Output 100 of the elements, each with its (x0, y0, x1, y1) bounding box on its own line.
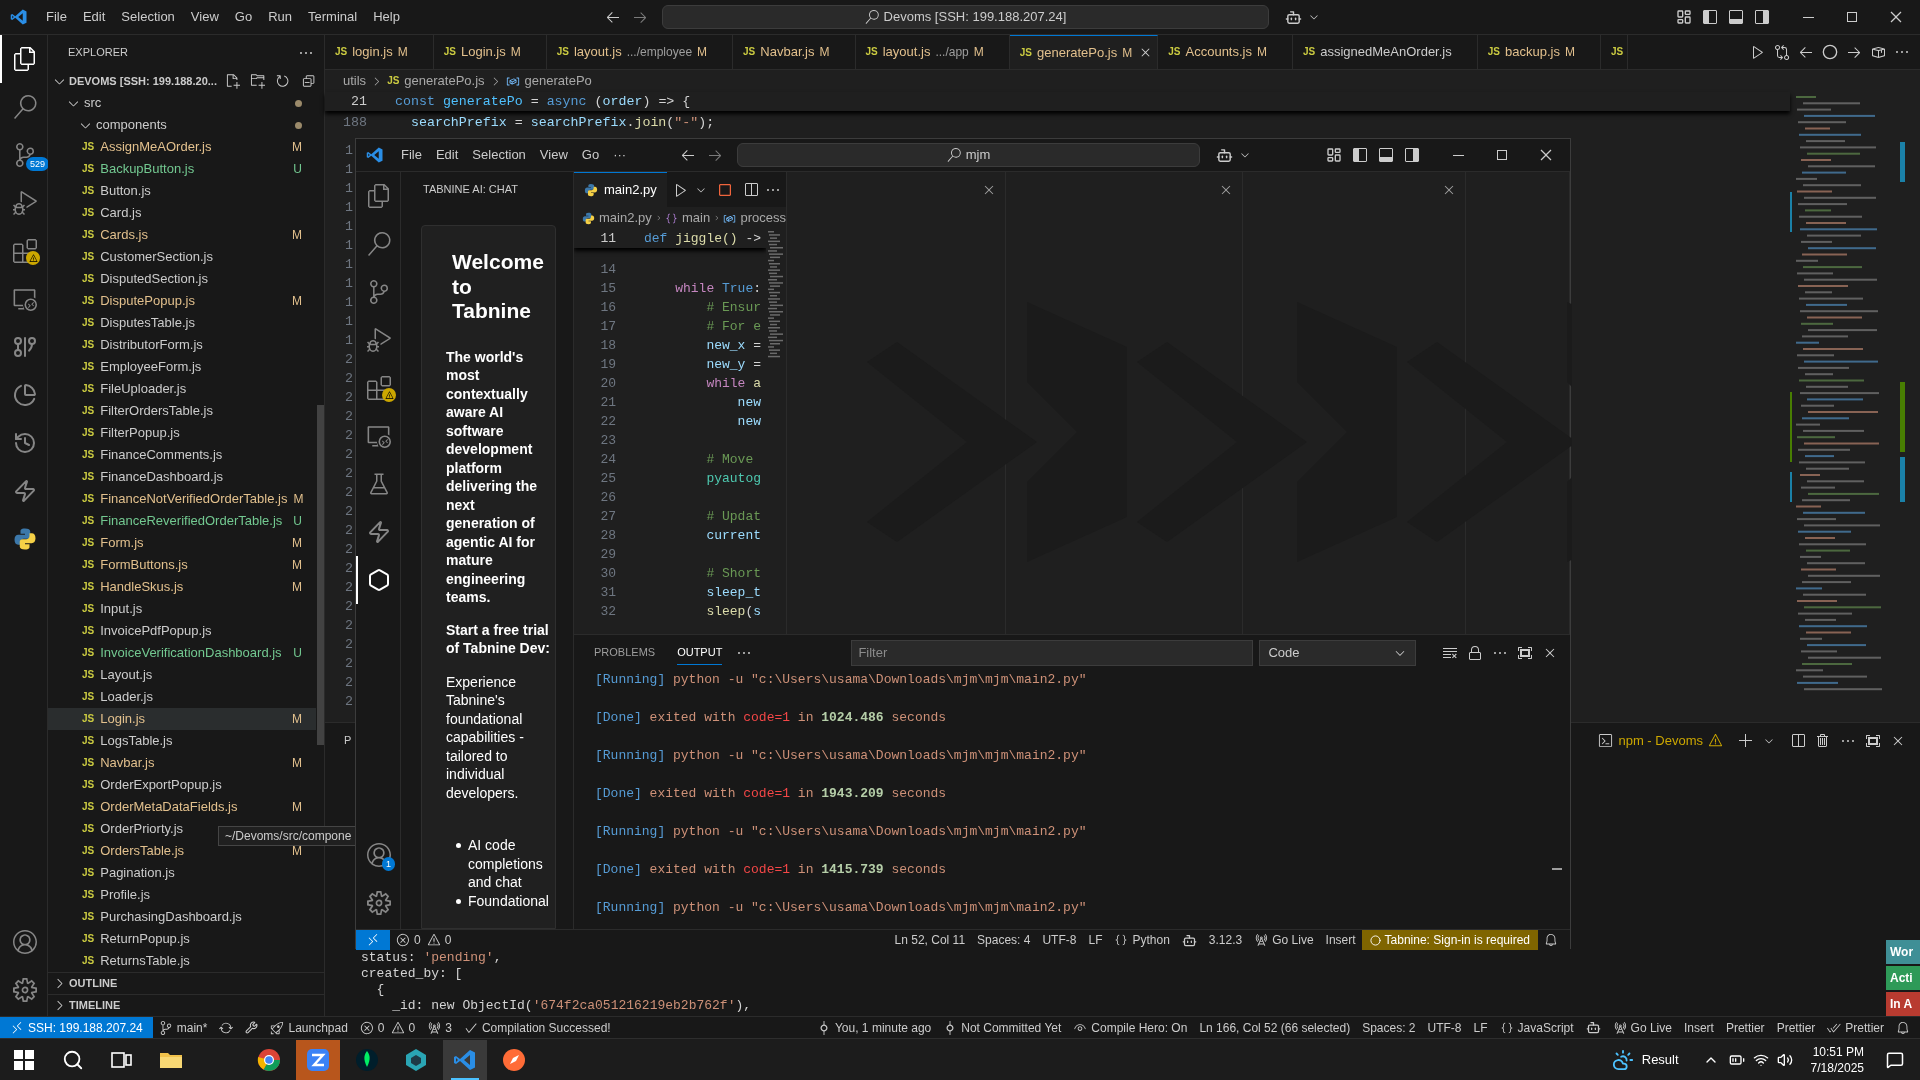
filter-field[interactable]: Filter (851, 639, 1254, 666)
status-item[interactable]: Insert (1319, 930, 1362, 950)
go-live-button[interactable]: Go Live (1248, 930, 1320, 950)
file-row[interactable]: JS ReturnPopup.js (48, 928, 316, 950)
channel-dropdown[interactable]: Code (1259, 639, 1417, 666)
menu-item[interactable]: Terminal (300, 7, 366, 27)
file-row[interactable]: JS OrderMetaDataFields.js M (48, 796, 316, 818)
menu-item[interactable]: Edit (428, 145, 466, 165)
file-row[interactable]: JS PurchasingDashboard.js (48, 906, 316, 928)
file-row[interactable]: JS DistributorForm.js (48, 334, 316, 356)
file-row[interactable]: JS FinanceReverifiedOrderTable.js U (48, 510, 316, 532)
breadcrumb-item[interactable]: process (723, 208, 786, 228)
branch-indicator[interactable]: main* (152, 1017, 214, 1038)
problems-indicator[interactable]: 0 0 (353, 1017, 422, 1038)
menu-item[interactable]: Selection (113, 7, 183, 27)
menu-item[interactable]: ··· (606, 145, 634, 165)
menu-item[interactable]: Edit (74, 7, 114, 27)
breadcrumb-item[interactable]: JS generatePo.js (387, 71, 485, 91)
status-item[interactable]: UTF-8 (1036, 930, 1083, 950)
panel-tab[interactable]: PROBLEMS (594, 640, 656, 665)
clock[interactable]: 10:51 PM 7/18/2025 (1810, 1043, 1864, 1076)
file-row[interactable]: JS AssignMeAOrder.js M (48, 136, 316, 158)
compile-hero-item[interactable]: Compile Hero: On (1067, 1017, 1194, 1038)
menu-item[interactable]: File (394, 145, 429, 165)
file-row[interactable]: JS FinanceDashboard.js (48, 466, 316, 488)
weather-widget[interactable]: Result (1611, 1048, 1679, 1071)
file-row[interactable]: JS InvoiceVerificationDashboard.js U (48, 642, 316, 664)
status-item[interactable]: LF (1467, 1017, 1494, 1038)
git-blame-item[interactable]: You, 1 minute ago (810, 1017, 938, 1038)
file-row[interactable]: JS Input.js (48, 598, 316, 620)
panel-tab[interactable]: OUTPUT (677, 640, 723, 665)
menu-item[interactable]: File (38, 7, 75, 27)
file-row[interactable]: JS FilterPopup.js (48, 422, 316, 444)
file-row[interactable]: JS BackupButton.js U (48, 158, 316, 180)
problems-indicator[interactable]: 0 0 (390, 930, 458, 950)
status-item[interactable]: Ln 52, Col 11 (888, 930, 972, 950)
menu-item[interactable]: View (182, 7, 227, 27)
language-mode[interactable]: JavaScript (1493, 1017, 1580, 1038)
command-search-field[interactable]: mjm (737, 143, 1200, 167)
file-row[interactable]: JS Loader.js (48, 686, 316, 708)
file-row[interactable]: JS FilterOrdersTable.js (48, 400, 316, 422)
file-row[interactable]: JS FinanceComments.js (48, 444, 316, 466)
sign-in-alert[interactable]: Tabnine: Sign-in is required (1361, 930, 1538, 950)
editor-tab[interactable]: main2.py (574, 172, 667, 207)
file-row[interactable]: JS Pagination.js (48, 862, 316, 884)
breadcrumb-item[interactable]: utils (343, 71, 367, 91)
breadcrumb-item[interactable]: main (665, 208, 711, 228)
menu-item[interactable]: Help (365, 7, 408, 27)
file-row[interactable]: JS Layout.js (48, 664, 316, 686)
folder-row[interactable]: components (48, 114, 316, 136)
status-item[interactable]: Spaces: 4 (971, 930, 1037, 950)
breadcrumb-item[interactable]: generatePo (505, 71, 592, 91)
file-row[interactable]: JS FileUploader.js (48, 378, 316, 400)
status-item[interactable]: LF (1082, 930, 1109, 950)
terminal-tab[interactable]: npm - Devoms (1598, 730, 1723, 751)
menu-item[interactable]: Run (260, 7, 300, 27)
file-row[interactable]: JS CustomerSection.js (48, 246, 316, 268)
section-header[interactable]: OUTLINE (48, 972, 324, 994)
folder-header[interactable]: DEVOMS [SSH: 199.188.20... (48, 70, 324, 92)
file-row[interactable]: JS Card.js (48, 202, 316, 224)
git-blame-item[interactable]: Not Committed Yet (937, 1017, 1068, 1038)
status-item[interactable]: Insert (1677, 1017, 1720, 1038)
file-row[interactable]: JS Button.js (48, 180, 316, 202)
status-item[interactable]: 3.12.3 (1202, 930, 1249, 950)
status-item[interactable]: Prettier (1719, 1017, 1771, 1038)
menu-item[interactable]: Selection (465, 145, 533, 165)
formatter-item[interactable]: Prettier (1821, 1017, 1890, 1038)
status-item[interactable]: UTF-8 (1421, 1017, 1468, 1038)
editor-tab[interactable]: JS generatePo.js M (1009, 35, 1159, 69)
file-row[interactable]: JS EmployeeForm.js (48, 356, 316, 378)
file-row[interactable]: JS InvoicePdfPopup.js (48, 620, 316, 642)
side-tag[interactable]: Acti (1886, 966, 1920, 990)
status-item[interactable]: Prettier (1770, 1017, 1822, 1038)
file-row[interactable]: JS Form.js M (48, 532, 316, 554)
menu-item[interactable]: Go (226, 7, 261, 27)
file-row[interactable]: JS LogsTable.js (48, 730, 316, 752)
file-row[interactable]: JS Cards.js M (48, 224, 316, 246)
ports-indicator[interactable]: 3 (421, 1017, 458, 1038)
side-tag[interactable]: Wor (1886, 940, 1920, 964)
file-row[interactable]: JS FinanceNotVerifiedOrderTable.js M (48, 488, 316, 510)
file-row[interactable]: JS Navbar.js M (48, 752, 316, 774)
menu-item[interactable]: View (532, 145, 575, 165)
panel-tab[interactable]: P (344, 732, 352, 749)
go-live-button[interactable]: Go Live (1606, 1017, 1678, 1038)
file-row[interactable]: JS DisputePopup.js M (48, 290, 316, 312)
status-item[interactable]: Spaces: 2 (1356, 1017, 1422, 1038)
language-mode[interactable]: Python (1108, 930, 1176, 950)
remote-indicator[interactable]: SSH: 199.188.207.24 (0, 1017, 153, 1038)
file-row[interactable]: JS OrderExportPopup.js (48, 774, 316, 796)
status-item[interactable]: Ln 166, Col 52 (66 selected) (1193, 1017, 1357, 1038)
compile-status[interactable]: Compilation Successed! (457, 1017, 617, 1038)
command-search-field[interactable]: Devoms [SSH: 199.188.207.24] (662, 5, 1269, 29)
file-row[interactable]: JS FormButtons.js M (48, 554, 316, 576)
breadcrumb-item[interactable]: main2.py (582, 208, 652, 228)
file-row[interactable]: JS HandleSkus.js M (48, 576, 316, 598)
file-row[interactable]: JS DisputedSection.js (48, 268, 316, 290)
file-row[interactable]: JS ReturnsTable.js (48, 950, 316, 972)
file-row[interactable]: JS Profile.js (48, 884, 316, 906)
file-row[interactable]: JS Login.js M (48, 708, 316, 730)
launchpad-button[interactable]: Launchpad (264, 1017, 354, 1038)
